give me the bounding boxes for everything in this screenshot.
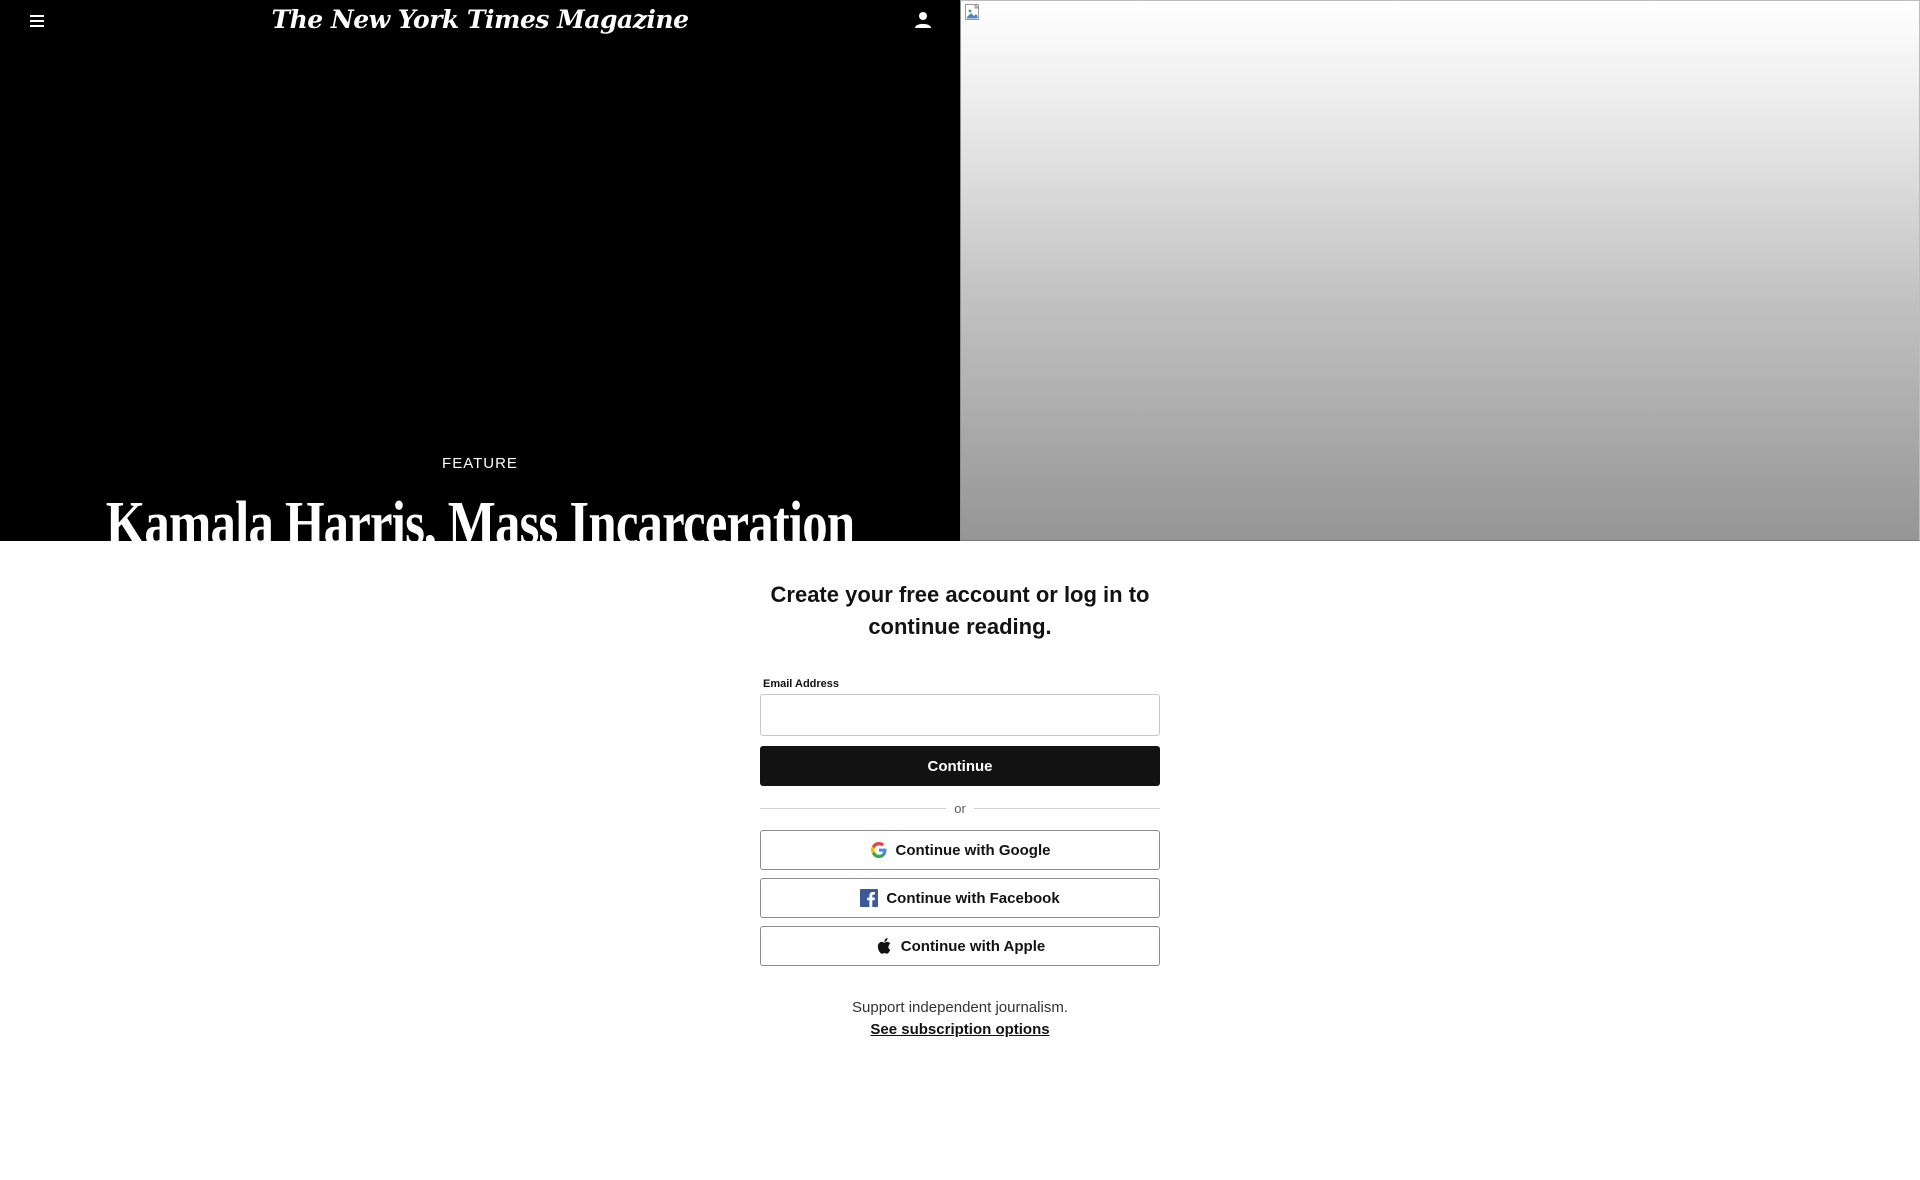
divider-line-right <box>973 807 1160 809</box>
article-kicker: FEATURE <box>442 455 518 472</box>
continue-with-google-button[interactable]: Continue with Google <box>760 830 1160 870</box>
facebook-icon <box>860 889 879 907</box>
article-headline: Kamala Harris, Mass Incarceration <box>105 490 855 541</box>
subscription-options-link[interactable]: See subscription options <box>760 1020 1160 1040</box>
support-text: Support independent journalism. <box>852 999 1068 1016</box>
hero-section: The New York Times Magazine FEATURE Kama… <box>0 0 1920 541</box>
hero-text-panel: The New York Times Magazine FEATURE Kama… <box>0 0 960 541</box>
google-button-label: Continue with Google <box>895 841 1051 859</box>
or-divider: or <box>760 798 1160 818</box>
hero-image <box>960 0 1920 541</box>
google-icon <box>870 841 888 859</box>
continue-with-facebook-button[interactable]: Continue with Facebook <box>760 878 1160 918</box>
apple-button-label: Continue with Apple <box>900 937 1046 955</box>
masthead-logo[interactable]: The New York Times Magazine <box>0 4 960 36</box>
continue-button[interactable]: Continue <box>760 746 1160 786</box>
email-field[interactable] <box>760 694 1160 736</box>
divider-line-left <box>760 807 947 809</box>
apple-icon <box>875 937 893 955</box>
facebook-button-label: Continue with Facebook <box>886 889 1060 907</box>
login-panel: Create your free account or log in to co… <box>760 541 1160 1040</box>
login-heading: Create your free account or log in to co… <box>770 582 1150 639</box>
person-icon[interactable] <box>912 9 934 31</box>
broken-image-icon <box>965 3 981 20</box>
continue-with-apple-button[interactable]: Continue with Apple <box>760 926 1160 966</box>
email-label: Email Address <box>763 678 840 690</box>
or-label: or <box>954 800 966 816</box>
